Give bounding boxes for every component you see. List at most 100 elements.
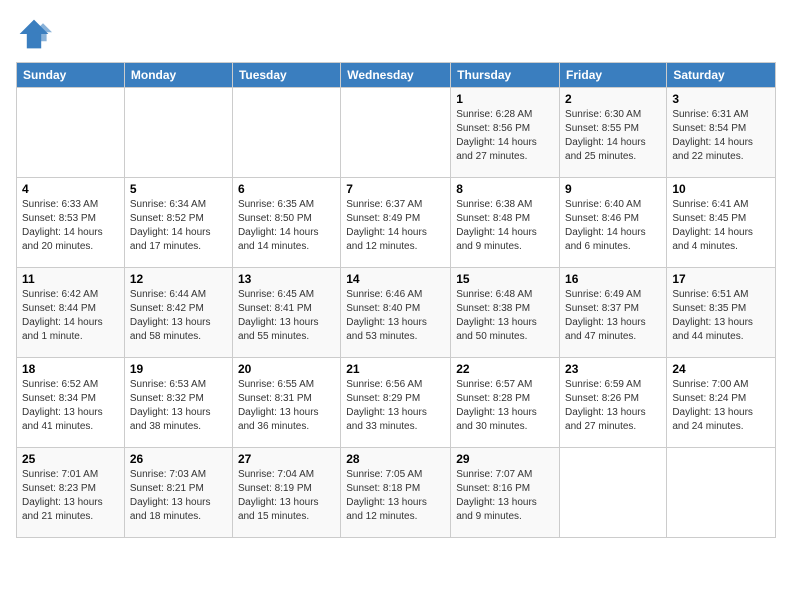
day-number: 9 <box>565 182 661 196</box>
day-info: Sunrise: 6:48 AM Sunset: 8:38 PM Dayligh… <box>456 288 554 344</box>
day-info: Sunrise: 6:33 AM Sunset: 8:53 PM Dayligh… <box>22 198 119 254</box>
calendar-cell: 25 Sunrise: 7:01 AM Sunset: 8:23 PM Dayli… <box>17 448 125 538</box>
calendar-cell <box>341 88 451 178</box>
calendar-cell <box>232 88 340 178</box>
calendar-week-5: 25 Sunrise: 7:01 AM Sunset: 8:23 PM Dayli… <box>17 448 776 538</box>
header-cell-thursday: Thursday <box>451 63 560 88</box>
day-number: 12 <box>130 272 227 286</box>
day-number: 15 <box>456 272 554 286</box>
day-info: Sunrise: 6:55 AM Sunset: 8:31 PM Dayligh… <box>238 378 335 434</box>
day-info: Sunrise: 6:59 AM Sunset: 8:26 PM Dayligh… <box>565 378 661 434</box>
day-number: 4 <box>22 182 119 196</box>
day-info: Sunrise: 6:44 AM Sunset: 8:42 PM Dayligh… <box>130 288 227 344</box>
calendar-cell: 14 Sunrise: 6:46 AM Sunset: 8:40 PM Dayli… <box>341 268 451 358</box>
day-number: 27 <box>238 452 335 466</box>
day-info: Sunrise: 7:07 AM Sunset: 8:16 PM Dayligh… <box>456 468 554 524</box>
calendar-cell: 12 Sunrise: 6:44 AM Sunset: 8:42 PM Dayli… <box>124 268 232 358</box>
calendar-cell: 4 Sunrise: 6:33 AM Sunset: 8:53 PM Daylig… <box>17 178 125 268</box>
day-info: Sunrise: 7:03 AM Sunset: 8:21 PM Dayligh… <box>130 468 227 524</box>
header-row: SundayMondayTuesdayWednesdayThursdayFrid… <box>17 63 776 88</box>
calendar-cell: 29 Sunrise: 7:07 AM Sunset: 8:16 PM Dayli… <box>451 448 560 538</box>
calendar-cell: 19 Sunrise: 6:53 AM Sunset: 8:32 PM Dayli… <box>124 358 232 448</box>
day-number: 28 <box>346 452 445 466</box>
day-number: 24 <box>672 362 770 376</box>
calendar-cell: 3 Sunrise: 6:31 AM Sunset: 8:54 PM Daylig… <box>667 88 776 178</box>
day-info: Sunrise: 7:01 AM Sunset: 8:23 PM Dayligh… <box>22 468 119 524</box>
day-number: 18 <box>22 362 119 376</box>
calendar-week-2: 4 Sunrise: 6:33 AM Sunset: 8:53 PM Daylig… <box>17 178 776 268</box>
day-info: Sunrise: 6:53 AM Sunset: 8:32 PM Dayligh… <box>130 378 227 434</box>
header-cell-wednesday: Wednesday <box>341 63 451 88</box>
day-number: 10 <box>672 182 770 196</box>
day-number: 16 <box>565 272 661 286</box>
calendar-cell: 13Sunrise: 6:45 AM Sunset: 8:41 PM Dayli… <box>232 268 340 358</box>
calendar-cell: 20 Sunrise: 6:55 AM Sunset: 8:31 PM Dayli… <box>232 358 340 448</box>
calendar-cell: 5Sunrise: 6:34 AM Sunset: 8:52 PM Daylig… <box>124 178 232 268</box>
calendar-cell: 15 Sunrise: 6:48 AM Sunset: 8:38 PM Dayli… <box>451 268 560 358</box>
day-number: 3 <box>672 92 770 106</box>
day-info: Sunrise: 6:37 AM Sunset: 8:49 PM Dayligh… <box>346 198 445 254</box>
calendar-cell: 16 Sunrise: 6:49 AM Sunset: 8:37 PM Dayli… <box>560 268 667 358</box>
day-number: 14 <box>346 272 445 286</box>
calendar-cell <box>560 448 667 538</box>
calendar-cell: 8 Sunrise: 6:38 AM Sunset: 8:48 PM Daylig… <box>451 178 560 268</box>
calendar-cell: 27 Sunrise: 7:04 AM Sunset: 8:19 PM Dayli… <box>232 448 340 538</box>
day-number: 19 <box>130 362 227 376</box>
day-number: 11 <box>22 272 119 286</box>
day-number: 2 <box>565 92 661 106</box>
header-cell-friday: Friday <box>560 63 667 88</box>
calendar-cell <box>667 448 776 538</box>
day-number: 29 <box>456 452 554 466</box>
day-number: 23 <box>565 362 661 376</box>
day-info: Sunrise: 6:41 AM Sunset: 8:45 PM Dayligh… <box>672 198 770 254</box>
calendar-cell: 26 Sunrise: 7:03 AM Sunset: 8:21 PM Dayli… <box>124 448 232 538</box>
calendar-cell: 18 Sunrise: 6:52 AM Sunset: 8:34 PM Dayli… <box>17 358 125 448</box>
day-number: 8 <box>456 182 554 196</box>
day-info: Sunrise: 6:35 AM Sunset: 8:50 PM Dayligh… <box>238 198 335 254</box>
header-cell-sunday: Sunday <box>17 63 125 88</box>
logo-icon <box>16 16 52 52</box>
day-number: 22 <box>456 362 554 376</box>
day-info: Sunrise: 6:57 AM Sunset: 8:28 PM Dayligh… <box>456 378 554 434</box>
calendar-cell: 11 Sunrise: 6:42 AM Sunset: 8:44 PM Dayli… <box>17 268 125 358</box>
day-info: Sunrise: 6:28 AM Sunset: 8:56 PM Dayligh… <box>456 108 554 164</box>
day-number: 17 <box>672 272 770 286</box>
calendar-cell: 22 Sunrise: 6:57 AM Sunset: 8:28 PM Dayli… <box>451 358 560 448</box>
day-number: 21 <box>346 362 445 376</box>
day-info: Sunrise: 6:45 AM Sunset: 8:41 PM Dayligh… <box>238 288 335 344</box>
calendar-cell: 23 Sunrise: 6:59 AM Sunset: 8:26 PM Dayli… <box>560 358 667 448</box>
calendar-cell: 7Sunrise: 6:37 AM Sunset: 8:49 PM Daylig… <box>341 178 451 268</box>
day-info: Sunrise: 7:04 AM Sunset: 8:19 PM Dayligh… <box>238 468 335 524</box>
calendar-week-4: 18 Sunrise: 6:52 AM Sunset: 8:34 PM Dayli… <box>17 358 776 448</box>
calendar-cell: 2 Sunrise: 6:30 AM Sunset: 8:55 PM Daylig… <box>560 88 667 178</box>
calendar-cell <box>17 88 125 178</box>
day-info: Sunrise: 6:51 AM Sunset: 8:35 PM Dayligh… <box>672 288 770 344</box>
day-number: 1 <box>456 92 554 106</box>
logo <box>16 16 56 52</box>
day-info: Sunrise: 6:49 AM Sunset: 8:37 PM Dayligh… <box>565 288 661 344</box>
day-info: Sunrise: 7:00 AM Sunset: 8:24 PM Dayligh… <box>672 378 770 434</box>
day-info: Sunrise: 6:46 AM Sunset: 8:40 PM Dayligh… <box>346 288 445 344</box>
calendar-week-1: 1 Sunrise: 6:28 AM Sunset: 8:56 PM Daylig… <box>17 88 776 178</box>
day-info: Sunrise: 6:31 AM Sunset: 8:54 PM Dayligh… <box>672 108 770 164</box>
day-info: Sunrise: 6:42 AM Sunset: 8:44 PM Dayligh… <box>22 288 119 344</box>
calendar-cell: 17 Sunrise: 6:51 AM Sunset: 8:35 PM Dayli… <box>667 268 776 358</box>
calendar-cell: 24 Sunrise: 7:00 AM Sunset: 8:24 PM Dayli… <box>667 358 776 448</box>
calendar-body: 1 Sunrise: 6:28 AM Sunset: 8:56 PM Daylig… <box>17 88 776 538</box>
calendar-week-3: 11 Sunrise: 6:42 AM Sunset: 8:44 PM Dayli… <box>17 268 776 358</box>
day-number: 20 <box>238 362 335 376</box>
day-info: Sunrise: 6:38 AM Sunset: 8:48 PM Dayligh… <box>456 198 554 254</box>
day-info: Sunrise: 6:52 AM Sunset: 8:34 PM Dayligh… <box>22 378 119 434</box>
day-number: 6 <box>238 182 335 196</box>
header-cell-tuesday: Tuesday <box>232 63 340 88</box>
calendar-cell: 6 Sunrise: 6:35 AM Sunset: 8:50 PM Daylig… <box>232 178 340 268</box>
day-number: 26 <box>130 452 227 466</box>
calendar-cell: 1 Sunrise: 6:28 AM Sunset: 8:56 PM Daylig… <box>451 88 560 178</box>
header-cell-monday: Monday <box>124 63 232 88</box>
day-number: 5 <box>130 182 227 196</box>
day-info: Sunrise: 7:05 AM Sunset: 8:18 PM Dayligh… <box>346 468 445 524</box>
day-info: Sunrise: 6:30 AM Sunset: 8:55 PM Dayligh… <box>565 108 661 164</box>
day-number: 25 <box>22 452 119 466</box>
calendar-table: SundayMondayTuesdayWednesdayThursdayFrid… <box>16 62 776 538</box>
day-info: Sunrise: 6:40 AM Sunset: 8:46 PM Dayligh… <box>565 198 661 254</box>
